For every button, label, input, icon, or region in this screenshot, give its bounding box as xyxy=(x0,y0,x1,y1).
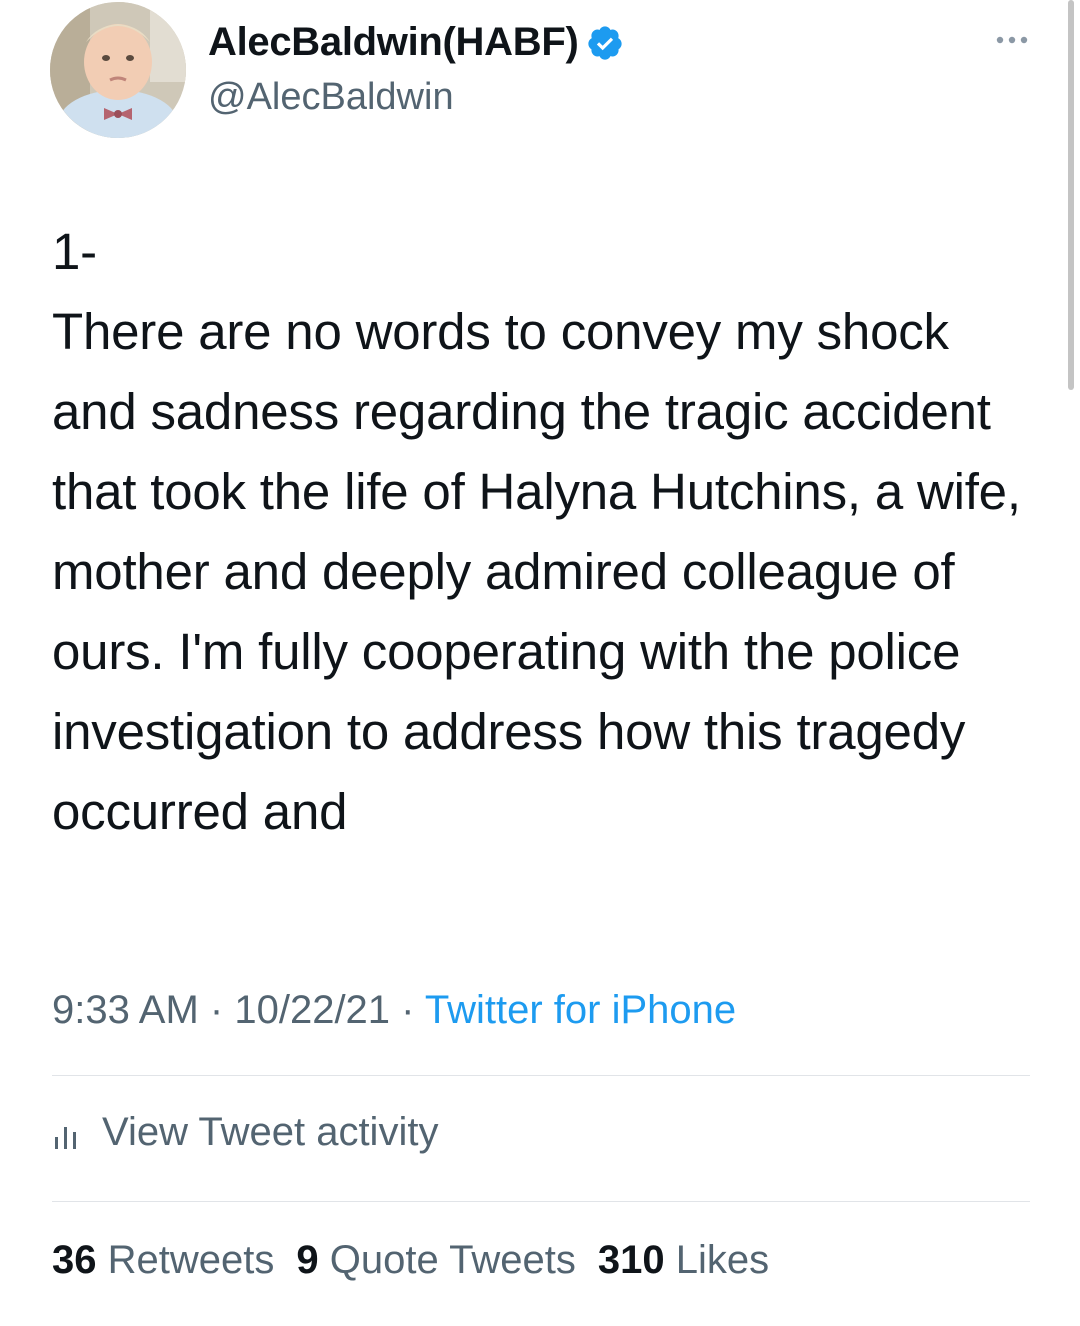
view-tweet-activity-label: View Tweet activity xyxy=(102,1110,439,1154)
likes-count: 310 xyxy=(597,1238,665,1282)
display-name[interactable]: AlecBaldwin(HABF) xyxy=(208,20,579,65)
verified-badge-icon xyxy=(586,24,624,62)
tweet-time[interactable]: 9:33 AM xyxy=(52,988,199,1032)
retweets-stat[interactable]: 36 Retweets xyxy=(52,1238,274,1282)
retweets-label: Retweets xyxy=(107,1238,275,1282)
engagement-stats: 36 Retweets 9 Quote Tweets 310 Likes xyxy=(52,1238,769,1283)
quote-tweets-count: 9 xyxy=(296,1238,319,1282)
meta-separator: · xyxy=(401,988,415,1032)
retweets-count: 36 xyxy=(52,1238,97,1282)
author-handle[interactable]: @AlecBaldwin xyxy=(208,76,454,119)
tweet-source-link[interactable]: Twitter for iPhone xyxy=(425,988,736,1032)
avatar[interactable] xyxy=(50,2,186,138)
tweet-text: 1- There are no words to convey my shock… xyxy=(52,223,1021,840)
likes-stat[interactable]: 310 Likes xyxy=(598,1238,769,1282)
bar-chart-icon xyxy=(52,1116,84,1150)
display-name-row[interactable]: AlecBaldwin(HABF) xyxy=(208,20,624,65)
tweet-date[interactable]: 10/22/21 xyxy=(234,988,390,1032)
tweet-meta: 9:33 AM · 10/22/21 · Twitter for iPhone xyxy=(52,988,736,1033)
meta-separator: · xyxy=(209,988,224,1032)
likes-label: Likes xyxy=(675,1238,770,1282)
divider xyxy=(52,1201,1030,1202)
quote-tweets-label: Quote Tweets xyxy=(329,1238,576,1282)
quote-tweets-stat[interactable]: 9 Quote Tweets xyxy=(296,1238,575,1282)
divider xyxy=(52,1075,1030,1076)
profile-photo xyxy=(50,2,186,138)
view-tweet-activity-button[interactable]: View Tweet activity xyxy=(52,1110,438,1155)
more-options-icon[interactable] xyxy=(992,30,1032,50)
scrollbar[interactable] xyxy=(1068,0,1074,390)
